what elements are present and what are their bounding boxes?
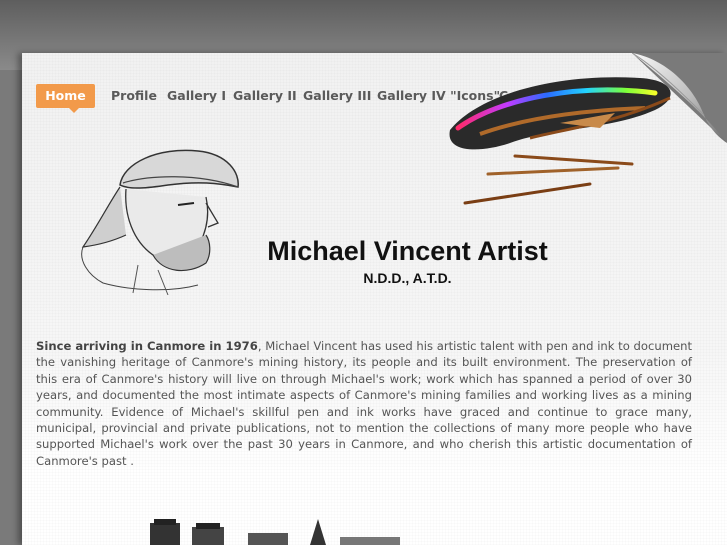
bio-body: , Michael Vincent has used his artistic … (36, 339, 693, 468)
nav-gallery-2[interactable]: Gallery II (233, 84, 297, 108)
bio-lead: Since arriving in Canmore in 1976 (36, 339, 258, 353)
page-title: Michael Vincent Artist (267, 236, 548, 266)
artist-portrait-image (81, 149, 239, 295)
nav-home[interactable]: Home (36, 84, 95, 113)
nav-gallery-1[interactable]: Gallery I (167, 84, 226, 108)
nav-gallery-3[interactable]: Gallery III (303, 84, 371, 108)
mining-town-sketch-image (150, 519, 400, 545)
bio-paragraph: Since arriving in Canmore in 1976, Micha… (36, 338, 692, 469)
nav-profile[interactable]: Profile (111, 84, 157, 108)
paint-brushes-image (449, 77, 671, 205)
page-subtitle: N.D.D., A.T.D. (363, 270, 452, 286)
